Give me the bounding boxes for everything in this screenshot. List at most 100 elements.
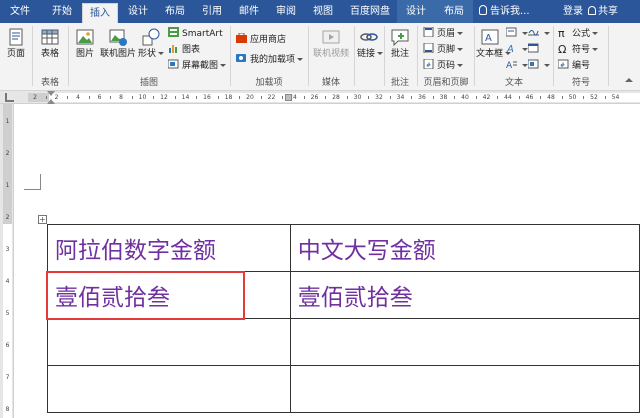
calendar-icon: [528, 43, 539, 53]
quick-parts-icon: [506, 27, 517, 37]
tab-design[interactable]: 设计: [120, 0, 156, 23]
group-label-media: 媒体: [321, 78, 340, 88]
video-icon: [322, 30, 340, 44]
pages-button[interactable]: 页面: [2, 25, 30, 73]
table-cell[interactable]: [47, 365, 291, 413]
table-button[interactable]: 表格: [36, 25, 64, 73]
group-separator: [230, 26, 231, 86]
tab-insert[interactable]: 插入: [82, 3, 118, 23]
ruler-minor-tick: [131, 96, 133, 99]
chevron-down-icon: [544, 64, 550, 67]
screenshot-button[interactable]: 屏幕截图: [168, 59, 227, 73]
store-button[interactable]: 应用商店: [236, 33, 286, 47]
signature-line-button[interactable]: [528, 27, 550, 41]
tab-baidu-netdisk[interactable]: 百度网盘: [344, 0, 396, 23]
quick-parts-button[interactable]: [506, 27, 528, 41]
vertical-ruler: 1 2 1 2 3 4 5 6 7 8: [0, 104, 14, 418]
dropcap-button[interactable]: A: [506, 59, 528, 73]
ruler-tick-label: 48: [547, 94, 555, 101]
online-picture-button[interactable]: 联机图片: [100, 25, 136, 73]
table-cell[interactable]: 壹佰贰拾叁: [289, 271, 640, 319]
smartart-button[interactable]: SmartArt: [168, 27, 223, 41]
footer-button[interactable]: 页脚: [423, 43, 464, 57]
chart-icon: [169, 45, 177, 53]
group-label-tables: 表格: [40, 78, 59, 88]
ruler-tick-label: 38: [439, 94, 448, 101]
object-icon: [528, 59, 539, 69]
page-number-button[interactable]: # 页码: [423, 59, 464, 73]
group-label-comments: 批注: [390, 78, 409, 88]
date-time-button[interactable]: [528, 43, 542, 57]
number-button[interactable]: # 编号: [558, 59, 590, 73]
tab-table-design[interactable]: 设计: [397, 0, 435, 23]
ruler-minor-tick: [518, 96, 520, 99]
header-button[interactable]: 页眉: [423, 27, 464, 41]
ruler-tick-label: 12: [160, 94, 168, 101]
ruler-minor-tick: [239, 96, 241, 99]
online-video-button[interactable]: 联机视频: [311, 25, 351, 73]
tab-file[interactable]: 文件: [2, 0, 38, 23]
header-icon: [423, 27, 434, 37]
ruler-tick-label: 44: [504, 94, 512, 101]
new-comment-button[interactable]: 批注: [387, 25, 413, 73]
ruler-minor-tick: [411, 96, 413, 99]
ruler-tick-label: 1: [5, 182, 10, 189]
group-separator: [417, 26, 418, 86]
ruler-tick-label: 36: [418, 94, 426, 101]
chevron-down-icon: [592, 48, 599, 51]
ruler-tick-label: 16: [203, 94, 211, 101]
table-cell[interactable]: 中文大写金额: [289, 224, 640, 272]
wordart-button[interactable]: A: [506, 43, 528, 57]
person-icon: [588, 6, 596, 15]
collapse-ribbon-icon[interactable]: [625, 78, 633, 82]
table-move-handle-icon[interactable]: +: [38, 215, 47, 224]
tab-layout[interactable]: 布局: [157, 0, 193, 23]
tab-table-layout[interactable]: 布局: [435, 0, 473, 23]
tab-selector-icon[interactable]: [5, 93, 14, 102]
ruler-minor-tick: [389, 96, 391, 99]
tab-mailings[interactable]: 邮件: [231, 0, 267, 23]
ruler-tick-label: 50: [568, 94, 577, 101]
ruler-minor-tick: [583, 96, 585, 99]
picture-button[interactable]: 图片: [72, 25, 98, 73]
equation-button[interactable]: π 公式: [558, 27, 599, 41]
table-icon: [41, 29, 59, 45]
table-cell[interactable]: [289, 365, 640, 413]
table-cell[interactable]: [289, 318, 640, 366]
page-corner-mark: [40, 174, 41, 190]
signature-icon: [528, 30, 539, 36]
ruler-minor-tick: [497, 96, 499, 99]
links-button[interactable]: 链接: [357, 25, 384, 73]
tab-home[interactable]: 开始: [44, 0, 80, 23]
table-cell[interactable]: [47, 318, 291, 366]
textbox-icon: A: [481, 29, 499, 45]
ruler-minor-tick: [604, 96, 606, 99]
first-line-indent-marker[interactable]: [47, 91, 55, 96]
sign-in-link[interactable]: 登录: [563, 0, 583, 23]
chevron-down-icon: [158, 52, 164, 55]
my-addins-button[interactable]: 我的加载项: [236, 53, 304, 67]
textbox-button[interactable]: A 文本框: [476, 25, 512, 73]
object-button[interactable]: [528, 59, 550, 73]
symbol-button[interactable]: Ω 符号: [558, 43, 599, 57]
svg-text:#: #: [426, 62, 431, 69]
ruler-tick-label: 6: [5, 342, 10, 349]
column-marker[interactable]: [285, 94, 292, 101]
tell-me-box[interactable]: 告诉我...: [479, 0, 530, 23]
pi-icon: π: [558, 27, 565, 40]
svg-text:A: A: [485, 33, 492, 44]
ruler-tick-label: 28: [332, 94, 340, 101]
table-cell[interactable]: 阿拉伯数字金额: [47, 224, 291, 272]
share-button[interactable]: 共享: [588, 0, 618, 23]
tab-references[interactable]: 引用: [194, 0, 230, 23]
chart-button[interactable]: 图表: [168, 43, 200, 57]
shapes-button[interactable]: 形状: [137, 25, 165, 73]
lightbulb-icon: [479, 5, 487, 15]
online-picture-icon: [109, 29, 127, 46]
tab-review[interactable]: 审阅: [268, 0, 304, 23]
group-label-text: 文本: [504, 78, 523, 88]
ruler-tick-label: 26: [310, 94, 319, 101]
table-row: 阿拉伯数字金额 中文大写金额: [47, 224, 640, 272]
tab-view[interactable]: 视图: [305, 0, 341, 23]
chevron-down-icon: [544, 32, 550, 35]
